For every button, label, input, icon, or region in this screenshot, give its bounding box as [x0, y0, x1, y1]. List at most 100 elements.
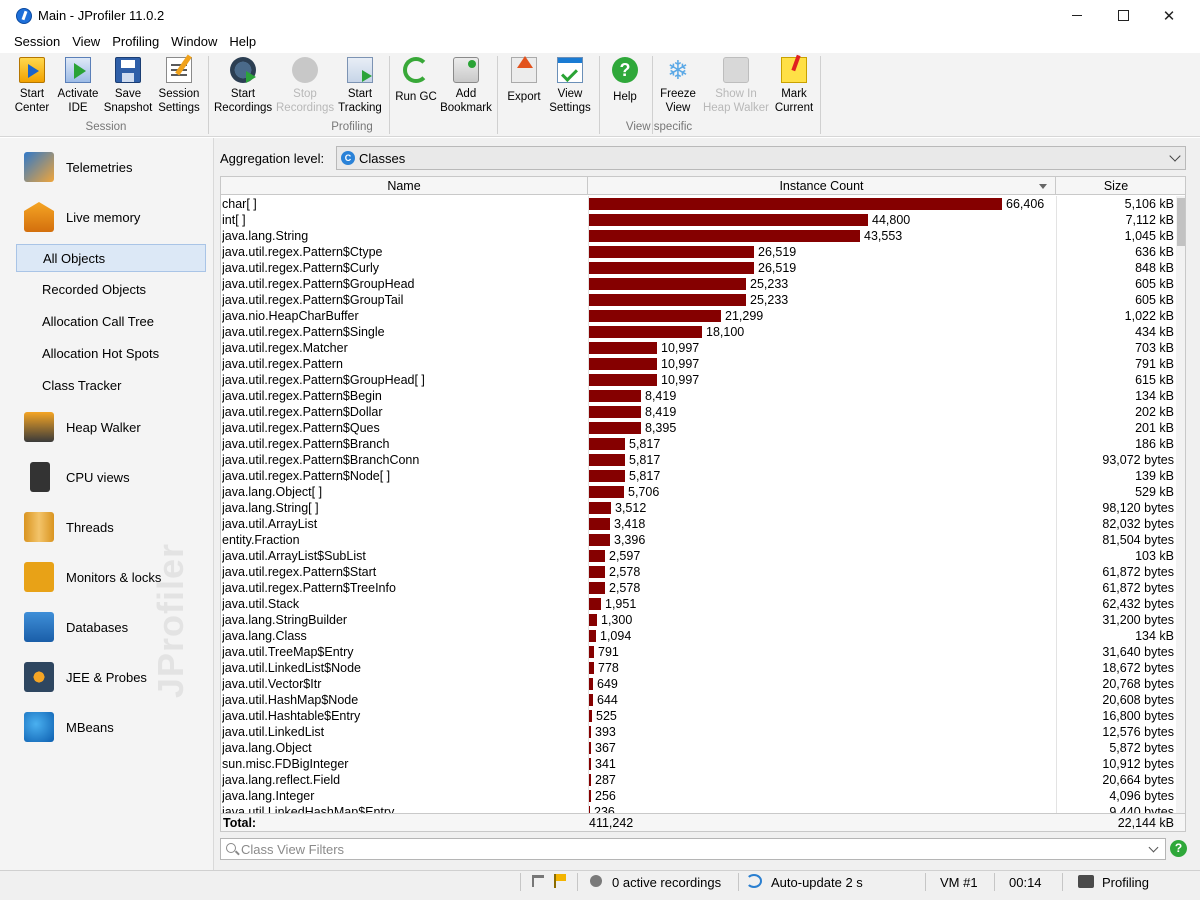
table-header: Name Instance Count Size [221, 177, 1185, 195]
menu-window[interactable]: Window [165, 31, 223, 53]
start-center-button[interactable]: Start Center [6, 55, 58, 115]
table-row[interactable]: java.util.regex.Pattern$Curly 26,519 848 k… [221, 260, 1176, 276]
table-row[interactable]: java.util.regex.Pattern$Begin 8,419 134 kB [221, 388, 1176, 404]
stop-recordings-button[interactable]: Stop Recordings [276, 55, 334, 115]
sidebar-subitem-class-tracker[interactable]: Class Tracker [16, 372, 206, 400]
sidebar-item-telemetries[interactable]: Telemetries [0, 144, 213, 190]
freeze-view-button[interactable]: ❄ Freeze View [652, 55, 704, 115]
refresh-icon[interactable] [746, 874, 762, 888]
table-row[interactable]: java.util.LinkedHashMap$Entry 236 9,440 by… [221, 804, 1176, 813]
table-row[interactable]: java.util.regex.Pattern$Start 2,578 61,872… [221, 564, 1176, 580]
table-row[interactable]: java.util.regex.Pattern$Ques 8,395 201 kB [221, 420, 1176, 436]
bookmark-flag-icon[interactable] [532, 875, 544, 887]
class-name-cell: java.lang.Object [222, 741, 312, 755]
table-row[interactable]: java.lang.StringBuilder 1,300 31,200 bytes [221, 612, 1176, 628]
table-row[interactable]: java.util.regex.Pattern$Ctype 26,519 636 k… [221, 244, 1176, 260]
active-recordings-status[interactable]: 0 active recordings [612, 875, 721, 890]
sidebar-item-heap-walker[interactable]: Heap Walker [0, 404, 213, 450]
table-row[interactable]: entity.Fraction 3,396 81,504 bytes [221, 532, 1176, 548]
table-row[interactable]: java.util.regex.Pattern$TreeInfo 2,578 61,… [221, 580, 1176, 596]
table-row[interactable]: java.util.regex.Pattern$GroupTail 25,233 6… [221, 292, 1176, 308]
scrollbar-thumb[interactable] [1177, 198, 1185, 246]
sidebar-item-jee-probes[interactable]: JEE & Probes [0, 654, 213, 700]
minimize-button[interactable] [1054, 0, 1100, 31]
table-row[interactable]: java.lang.String 43,553 1,045 kB [221, 228, 1176, 244]
export-button[interactable]: Export [498, 55, 550, 104]
sidebar-item-monitors-locks[interactable]: Monitors & locks [0, 554, 213, 600]
table-row[interactable]: java.lang.String[ ] 3,512 98,120 bytes [221, 500, 1176, 516]
help-button[interactable]: ? Help [599, 55, 651, 104]
table-row[interactable]: java.lang.Object[ ] 5,706 529 kB [221, 484, 1176, 500]
table-row[interactable]: java.util.regex.Pattern$Single 18,100 434 … [221, 324, 1176, 340]
sidebar-item-mbeans[interactable]: MBeans [0, 704, 213, 750]
start-tracking-button[interactable]: Start Tracking [334, 55, 386, 115]
session-settings-button[interactable]: Session Settings [153, 55, 205, 115]
sidebar-subitem-all-objects[interactable]: All Objects [16, 244, 206, 272]
menu-help[interactable]: Help [223, 31, 262, 53]
activate-ide-button[interactable]: Activate IDE [52, 55, 104, 115]
menu-profiling[interactable]: Profiling [106, 31, 165, 53]
table-row[interactable]: java.util.Vector$Itr 649 20,768 bytes [221, 676, 1176, 692]
table-row[interactable]: java.util.LinkedList$Node 778 18,672 bytes [221, 660, 1176, 676]
sidebar-item-cpu-views[interactable]: CPU views [0, 454, 213, 500]
run-gc-button[interactable]: Run GC [390, 55, 442, 104]
menu-view[interactable]: View [66, 31, 106, 53]
aggregation-level-select[interactable]: C Classes [336, 146, 1186, 170]
sidebar-item-threads[interactable]: Threads [0, 504, 213, 550]
sidebar-item-label: Threads [66, 519, 114, 535]
table-row[interactable]: java.util.Stack 1,951 62,432 bytes [221, 596, 1176, 612]
view-settings-button[interactable]: View Settings [544, 55, 596, 115]
maximize-button[interactable] [1100, 0, 1146, 31]
column-header-instance-count[interactable]: Instance Count [588, 177, 1056, 195]
table-row[interactable]: java.lang.Object 367 5,872 bytes [221, 740, 1176, 756]
close-button[interactable]: ✕ [1146, 0, 1192, 31]
chevron-down-icon[interactable] [1148, 842, 1159, 853]
instance-count-cell: 236 [594, 805, 615, 813]
table-row[interactable]: java.util.regex.Pattern$BranchConn 5,817 9… [221, 452, 1176, 468]
show-in-heap-walker-button[interactable]: Show In Heap Walker [702, 55, 770, 115]
table-row[interactable]: java.util.regex.Pattern$Branch 5,817 186 k… [221, 436, 1176, 452]
menu-session[interactable]: Session [8, 31, 66, 53]
sidebar-item-live-memory[interactable]: Live memory [0, 194, 213, 240]
table-row[interactable]: java.util.regex.Pattern$Dollar 8,419 202 k… [221, 404, 1176, 420]
class-name-cell: java.util.ArrayList [222, 517, 318, 531]
export-icon [511, 56, 537, 83]
sidebar-item-databases[interactable]: Databases [0, 604, 213, 650]
table-row[interactable]: java.util.regex.Pattern$GroupHead[ ] 10,9… [221, 372, 1176, 388]
table-row[interactable]: java.util.TreeMap$Entry 791 31,640 bytes [221, 644, 1176, 660]
table-row[interactable]: sun.misc.FDBigInteger 341 10,912 bytes [221, 756, 1176, 772]
yellow-flag-icon[interactable] [554, 874, 566, 888]
table-row[interactable]: java.util.ArrayList 3,418 82,032 bytes [221, 516, 1176, 532]
save-snapshot-button[interactable]: Save Snapshot [102, 55, 154, 115]
table-row[interactable]: java.lang.Class 1,094 134 kB [221, 628, 1176, 644]
vertical-scrollbar[interactable] [1176, 196, 1185, 813]
column-header-size[interactable]: Size [1056, 177, 1176, 195]
table-row[interactable]: java.util.regex.Pattern$Node[ ] 5,817 139 … [221, 468, 1176, 484]
add-bookmark-button[interactable]: Add Bookmark [440, 55, 492, 115]
table-row[interactable]: java.util.regex.Pattern 10,997 791 kB [221, 356, 1176, 372]
sidebar-subitem-recorded-objects[interactable]: Recorded Objects [16, 276, 206, 304]
class-view-filter-input[interactable] [241, 841, 1121, 857]
table-row[interactable]: java.lang.Integer 256 4,096 bytes [221, 788, 1176, 804]
table-row[interactable]: int[ ] 44,800 7,112 kB [221, 212, 1176, 228]
column-header-name[interactable]: Name [221, 177, 588, 195]
table-row[interactable]: char[ ] 66,406 5,106 kB [221, 196, 1176, 212]
table-row[interactable]: java.util.regex.Pattern$GroupHead 25,233 6… [221, 276, 1176, 292]
mark-current-button[interactable]: Mark Current [768, 55, 820, 115]
instance-count-bar [589, 406, 641, 418]
size-cell: 81,504 bytes [1102, 533, 1174, 547]
sidebar-subitem-allocation-call-tree[interactable]: Allocation Call Tree [16, 308, 206, 336]
table-row[interactable]: java.nio.HeapCharBuffer 21,299 1,022 kB [221, 308, 1176, 324]
table-row[interactable]: java.util.Hashtable$Entry 525 16,800 bytes [221, 708, 1176, 724]
table-row[interactable]: java.util.HashMap$Node 644 20,608 bytes [221, 692, 1176, 708]
table-row[interactable]: java.lang.reflect.Field 287 20,664 bytes [221, 772, 1176, 788]
table-row[interactable]: java.util.LinkedList 393 12,576 bytes [221, 724, 1176, 740]
help-icon[interactable]: ? [1170, 840, 1187, 857]
class-view-filter-box[interactable] [220, 838, 1166, 860]
table-row[interactable]: java.util.regex.Matcher 10,997 703 kB [221, 340, 1176, 356]
auto-update-status[interactable]: Auto-update 2 s [771, 875, 863, 890]
table-row[interactable]: java.util.ArrayList$SubList 2,597 103 kB [221, 548, 1176, 564]
class-name-cell: sun.misc.FDBigInteger [222, 757, 349, 771]
sidebar-subitem-allocation-hot-spots[interactable]: Allocation Hot Spots [16, 340, 206, 368]
start-recordings-button[interactable]: Start Recordings [214, 55, 272, 115]
